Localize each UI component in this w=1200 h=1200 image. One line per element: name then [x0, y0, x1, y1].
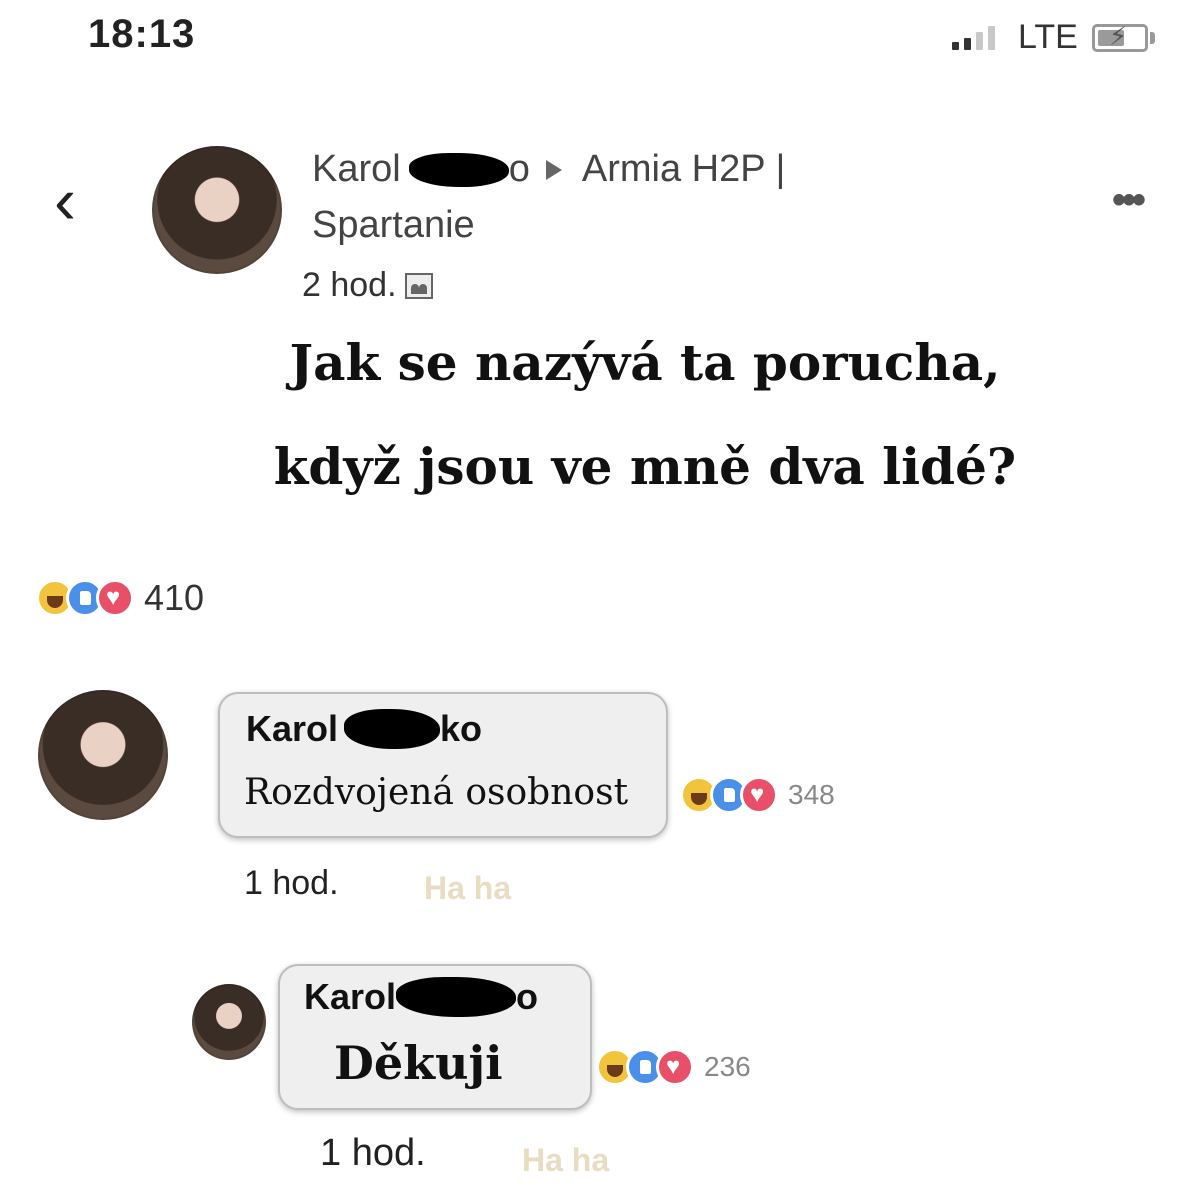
post-text-line1: Jak se nazývá ta porucha, — [289, 333, 1001, 392]
arrow-right-icon — [545, 159, 562, 180]
redaction-mark — [344, 709, 441, 749]
battery-tip — [1150, 32, 1155, 44]
comment-author[interactable]: Karol ko — [246, 708, 482, 750]
comment-time: 1 hod. — [244, 864, 339, 902]
post-reactions[interactable]: 410 — [36, 577, 204, 619]
comment-reactions[interactable]: 348 — [680, 776, 835, 814]
comment-text: Rozdvojená osobnost — [244, 772, 629, 813]
network-type: LTE — [1018, 18, 1078, 56]
post-time: 2 hod. — [302, 266, 397, 304]
reply-text: Děkuji — [334, 1036, 503, 1090]
poster-and-group: Karol o Armia H2P | — [312, 148, 785, 191]
reaction-count: 410 — [144, 577, 205, 618]
redaction-mark — [396, 977, 517, 1017]
poster-avatar[interactable] — [152, 146, 282, 274]
group-name-line1[interactable]: Armia H2P | — [582, 148, 785, 191]
love-reaction-icon — [96, 579, 134, 617]
reply-author-tail: o — [516, 976, 539, 1017]
haha-reaction-link[interactable]: Ha ha — [424, 870, 511, 907]
battery-icon: ⚡ — [1092, 21, 1148, 52]
love-reaction-icon — [656, 1048, 694, 1086]
signal-strength-icon — [952, 26, 995, 50]
poster-name[interactable]: Karol — [312, 148, 401, 191]
redaction-mark — [408, 152, 509, 187]
more-options-icon[interactable]: ••• — [1112, 178, 1146, 223]
comment-author-first: Karol — [246, 708, 339, 749]
reply-author-first: Karol — [304, 976, 397, 1017]
reply-avatar[interactable] — [192, 984, 266, 1060]
status-time: 18:13 — [88, 12, 196, 56]
back-chevron-icon[interactable]: ‹ — [54, 167, 76, 233]
reply-reactions[interactable]: 236 — [596, 1048, 751, 1086]
group-audience-icon — [404, 272, 433, 299]
reply-time: 1 hod. — [320, 1132, 426, 1174]
poster-name-tail: o — [508, 148, 530, 190]
love-reaction-icon — [740, 776, 778, 814]
post-text-line2: když jsou ve mně dva lidé? — [273, 437, 1017, 496]
reply-bubble[interactable]: Karol o Děkuji — [278, 964, 592, 1110]
group-name-line2[interactable]: Spartanie — [312, 204, 475, 247]
comment-bubble[interactable]: Karol ko Rozdvojená osobnost — [218, 692, 668, 838]
reaction-count: 348 — [788, 779, 835, 810]
reaction-count: 236 — [704, 1051, 751, 1082]
haha-reaction-link[interactable]: Ha ha — [522, 1142, 609, 1179]
comment-avatar[interactable] — [38, 690, 168, 820]
comment-author-tail: ko — [440, 708, 483, 749]
reply-author[interactable]: Karol o — [304, 976, 538, 1018]
post-timestamp: 2 hod. — [302, 266, 433, 305]
